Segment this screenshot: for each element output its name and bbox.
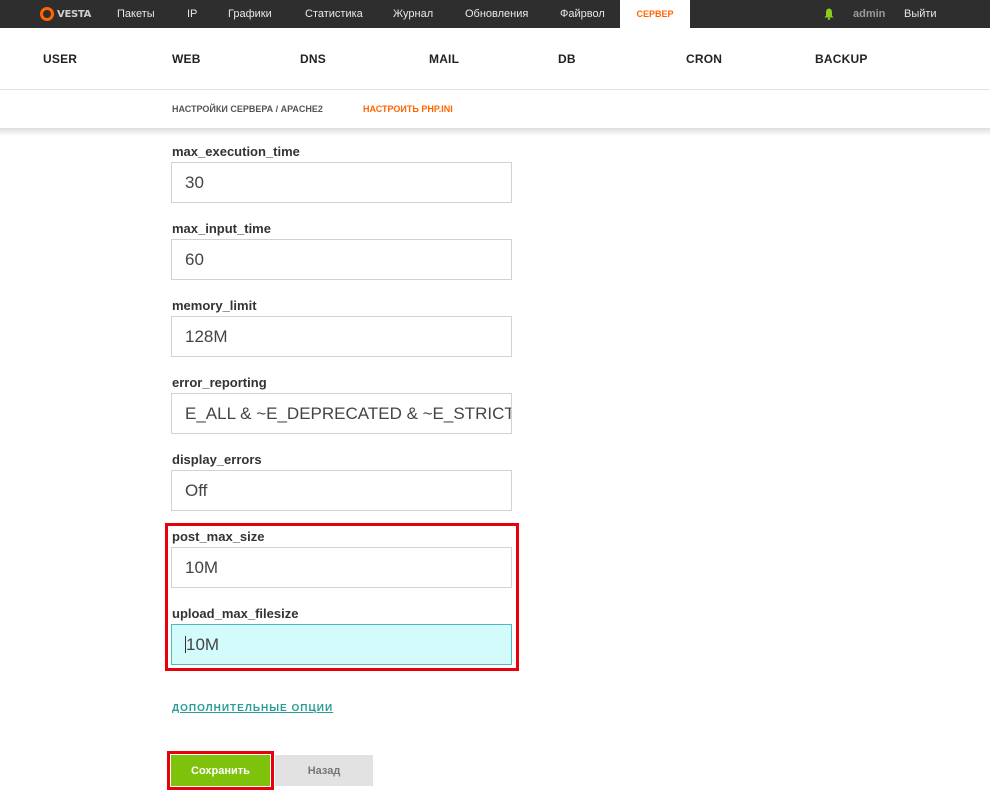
- topnav-packages[interactable]: Пакеты: [117, 0, 155, 28]
- logout-link[interactable]: Выйти: [904, 0, 937, 28]
- logo-text: VESTA: [57, 8, 92, 20]
- user-name[interactable]: admin: [853, 0, 885, 28]
- mainnav-backup[interactable]: BACKUP: [815, 52, 868, 66]
- memory-limit-input[interactable]: 128M: [171, 316, 512, 357]
- more-options-link[interactable]: ДОПОЛНИТЕЛЬНЫЕ ОПЦИИ: [172, 703, 333, 714]
- mainnav-web[interactable]: WEB: [172, 52, 201, 66]
- mainnav-db[interactable]: DB: [558, 52, 576, 66]
- highlight-annotation: [165, 523, 519, 671]
- breadcrumb: НАСТРОЙКИ СЕРВЕРА / APACHE2: [172, 104, 323, 114]
- logo-ring-icon: [40, 7, 54, 21]
- error-reporting-label: error_reporting: [172, 375, 267, 390]
- max-input-time-input[interactable]: 60: [171, 239, 512, 280]
- display-errors-label: display_errors: [172, 452, 262, 467]
- mainnav-cron[interactable]: CRON: [686, 52, 722, 66]
- topnav-server[interactable]: СЕРВЕР: [620, 0, 690, 28]
- save-button[interactable]: Сохранить: [171, 755, 270, 786]
- max-execution-time-label: max_execution_time: [172, 144, 300, 159]
- topnav-firewall[interactable]: Файрвол: [560, 0, 605, 28]
- display-errors-input[interactable]: Off: [171, 470, 512, 511]
- topnav-log[interactable]: Журнал: [393, 0, 433, 28]
- max-input-time-label: max_input_time: [172, 221, 271, 236]
- top-bar: VESTA Пакеты IP Графики Статистика Журна…: [0, 0, 990, 28]
- configure-php-ini-link[interactable]: НАСТРОИТЬ PHP.INI: [363, 104, 453, 114]
- topnav-ip[interactable]: IP: [187, 0, 197, 28]
- error-reporting-input[interactable]: E_ALL & ~E_DEPRECATED & ~E_STRICT: [171, 393, 512, 434]
- mainnav-mail[interactable]: MAIL: [429, 52, 459, 66]
- back-button[interactable]: Назад: [275, 755, 373, 786]
- bell-icon[interactable]: [824, 8, 834, 20]
- topnav-updates[interactable]: Обновления: [465, 0, 528, 28]
- topnav-statistics[interactable]: Статистика: [305, 0, 363, 28]
- header-shadow: [0, 128, 990, 136]
- nav-divider: [0, 89, 990, 90]
- mainnav-user[interactable]: USER: [43, 52, 77, 66]
- mainnav-dns[interactable]: DNS: [300, 52, 326, 66]
- topnav-graphs[interactable]: Графики: [228, 0, 272, 28]
- memory-limit-label: memory_limit: [172, 298, 257, 313]
- vesta-logo[interactable]: VESTA: [40, 6, 91, 22]
- max-execution-time-input[interactable]: 30: [171, 162, 512, 203]
